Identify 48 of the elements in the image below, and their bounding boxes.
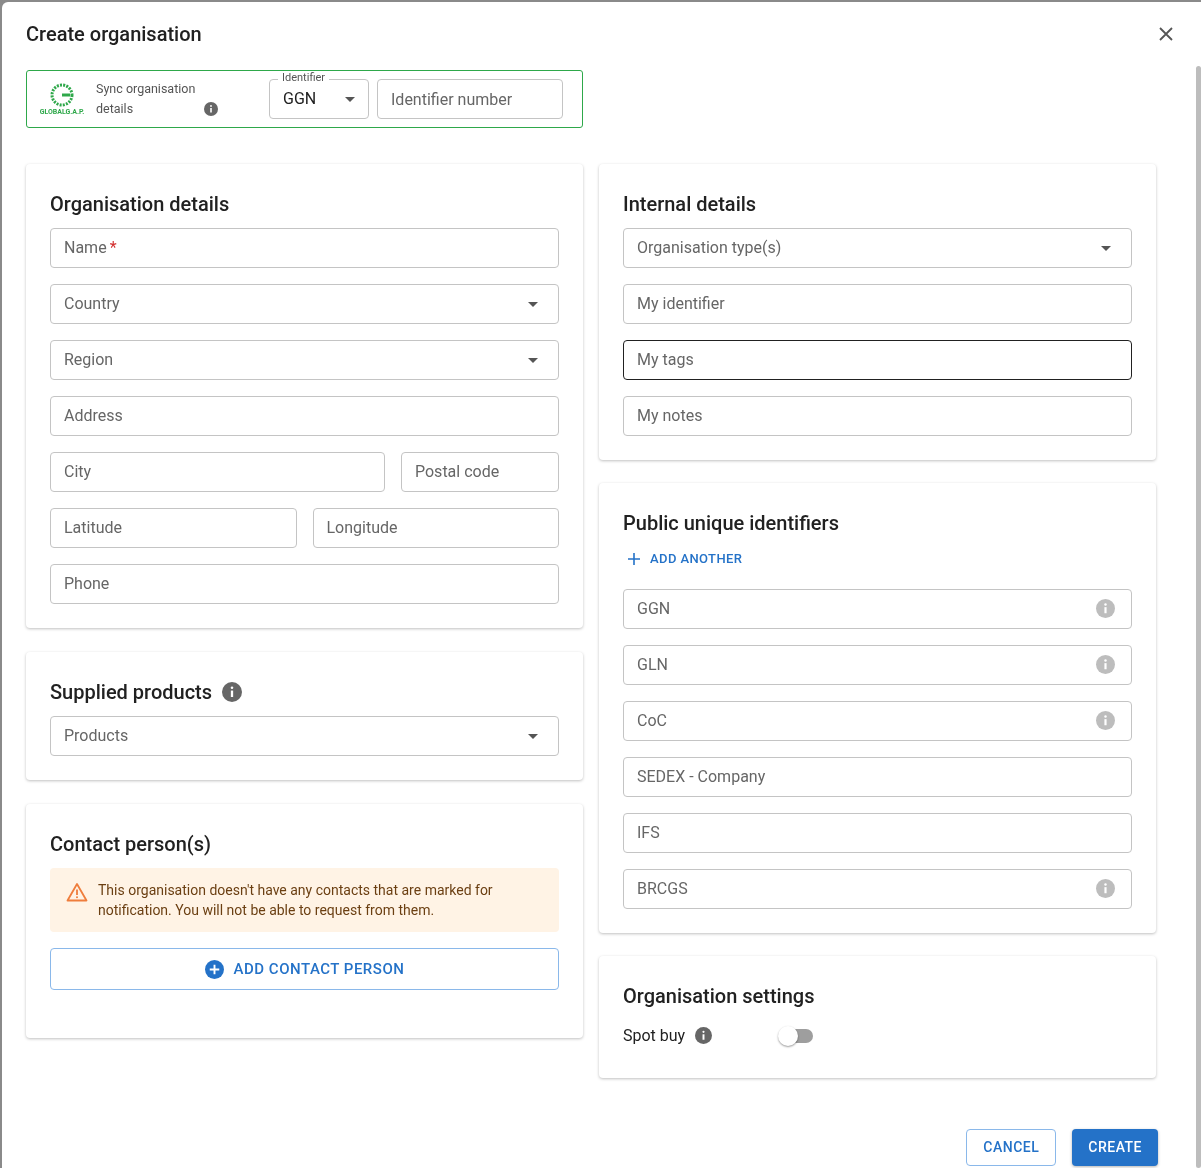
select-field[interactable]: Organisation type(s)	[623, 228, 1132, 268]
caret-icon	[345, 96, 355, 102]
info-icon[interactable]	[222, 682, 243, 702]
sync-label: Sync organisation details	[96, 80, 197, 118]
plus-circle-icon	[204, 959, 224, 979]
section-title: Supplied products	[50, 680, 213, 704]
toggle-label: Spot buy	[623, 1024, 687, 1047]
input-field[interactable]: BRCGS	[623, 868, 1132, 909]
section-title: Organisation settings	[623, 983, 816, 1008]
warning-icon	[66, 882, 88, 902]
input-field[interactable]: City	[50, 452, 385, 492]
select-field[interactable]: Products	[50, 716, 559, 756]
input-field[interactable]: CoC	[623, 700, 1132, 741]
section-title: Public unique identifiers	[623, 511, 840, 535]
cancel-button[interactable]: CANCEL	[966, 1129, 1057, 1166]
input-field[interactable]: GLN	[623, 644, 1132, 685]
section-title: Contact person(s)	[50, 832, 213, 856]
select-field[interactable]: Region	[50, 340, 559, 380]
input-field[interactable]: Name *	[50, 228, 559, 268]
caret-icon	[528, 301, 538, 307]
caret-icon	[528, 733, 538, 739]
input-field[interactable]: Latitude	[50, 508, 297, 548]
info-icon[interactable]	[204, 102, 218, 116]
add-contact-button[interactable]: ADD CONTACT PERSON	[50, 948, 559, 990]
input-field[interactable]: My identifier	[623, 284, 1132, 324]
input-field[interactable]: Phone	[50, 564, 559, 604]
section-title: Internal details	[623, 192, 758, 216]
warning-text: This organisation doesn't have any contacts that are marked for notification. You will not be able to request from them.	[98, 881, 494, 920]
caret-icon	[528, 357, 538, 363]
input-field[interactable]: GGN	[623, 588, 1132, 629]
plus-icon	[628, 552, 640, 565]
close-icon[interactable]	[1159, 27, 1173, 41]
select-field[interactable]: Country	[50, 284, 559, 324]
input-field[interactable]: Longitude	[312, 508, 559, 548]
input-field[interactable]: IFS	[623, 812, 1132, 853]
input-field[interactable]: Identifier number	[377, 79, 563, 119]
info-icon[interactable]	[695, 1027, 712, 1044]
input-field[interactable]: My notes	[623, 396, 1132, 436]
section-title: Organisation details	[50, 192, 231, 216]
add-another-button[interactable]: ADD ANOTHER	[623, 549, 748, 569]
caret-icon	[1101, 245, 1111, 251]
create-button[interactable]: CREATE	[1072, 1129, 1158, 1166]
logo-icon	[49, 82, 75, 108]
input-field[interactable]: SEDEX - Company	[623, 756, 1132, 797]
input-field[interactable]: My tags	[623, 340, 1132, 380]
input-field[interactable]: Address	[50, 396, 559, 436]
dialog-title: Create organisation	[26, 22, 202, 46]
input-field[interactable]: Postal code	[401, 452, 559, 492]
